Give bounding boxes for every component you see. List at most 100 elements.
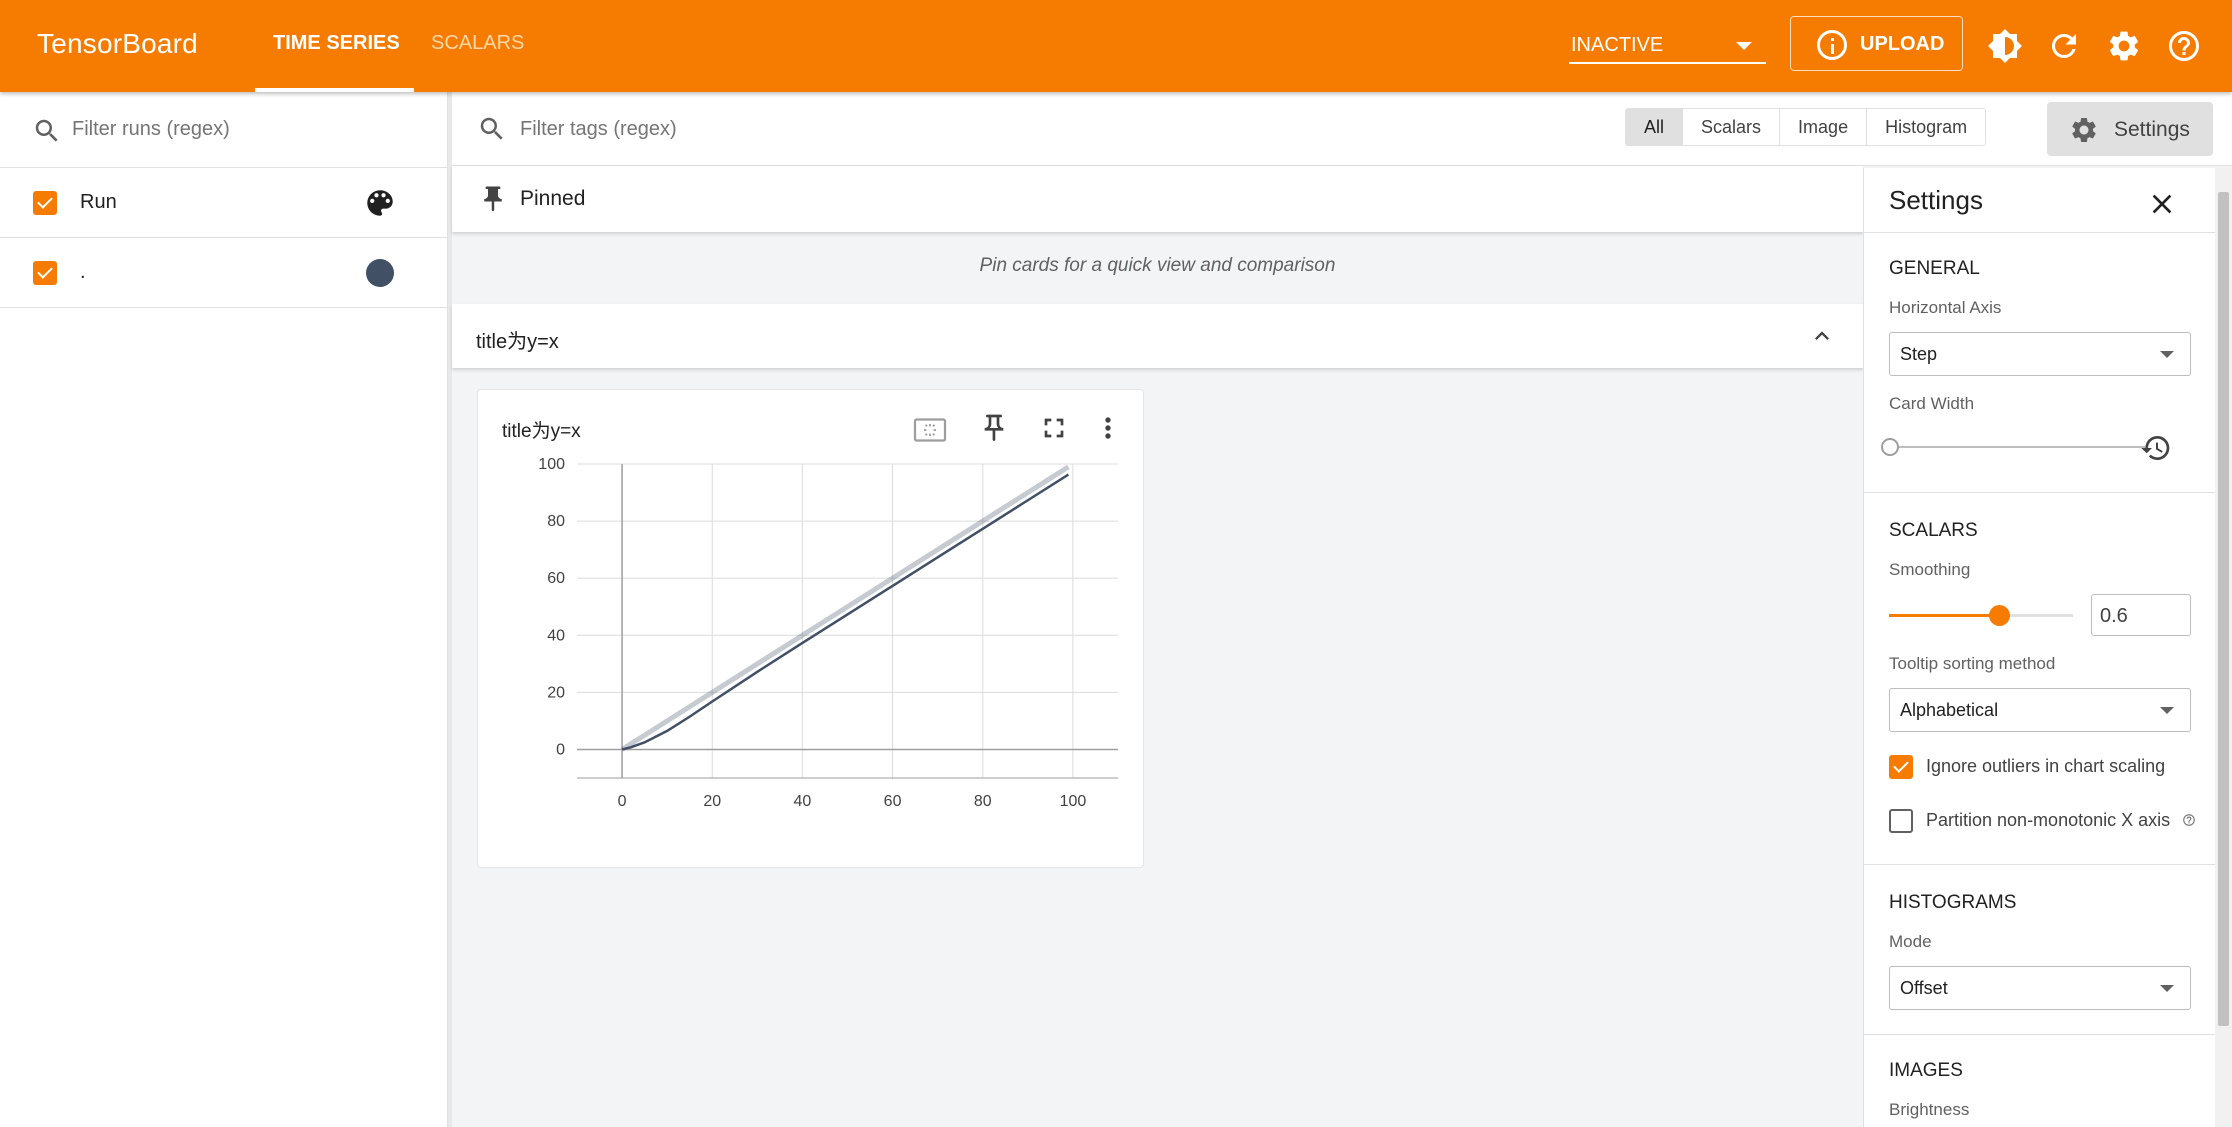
tag-filter-input[interactable]: Filter tags (regex) — [520, 118, 677, 141]
card-width-slider-thumb[interactable] — [1881, 438, 1899, 456]
search-icon — [35, 119, 58, 142]
y-tick-label: 40 — [547, 627, 565, 644]
x-tick-label: 20 — [703, 793, 721, 810]
y-tick-label: 20 — [547, 684, 565, 701]
divider — [1864, 232, 2215, 233]
horizontal-axis-label: Horizontal Axis — [1889, 298, 2002, 317]
general-section-heading: GENERAL — [1889, 258, 1980, 279]
runs-header-label: Run — [80, 191, 117, 213]
smoothing-input-value: 0.6 — [2100, 605, 2128, 627]
horizontal-axis-select[interactable]: Step — [1889, 332, 2191, 376]
tag-filter-bar: Filter tags (regex) All Scalars Image Hi… — [452, 92, 2232, 166]
card-group-header[interactable]: title为y=x — [452, 304, 1863, 368]
scalars-section-heading: SCALARS — [1889, 520, 1978, 541]
ignore-outliers-label: Ignore outliers in chart scaling — [1926, 756, 2166, 776]
upload-button[interactable]: UPLOAD — [1790, 16, 1963, 71]
chevron-down-icon — [2160, 351, 2174, 358]
refresh-icon[interactable] — [2046, 28, 2082, 64]
line-chart[interactable]: 0 20 40 60 80 100 0 20 40 60 80 100 — [478, 390, 1145, 869]
chevron-up-icon[interactable] — [1808, 322, 1836, 350]
chevron-down-icon — [2160, 985, 2174, 992]
raw-series-line — [620, 464, 1070, 752]
tooltip-sort-value: Alphabetical — [1900, 700, 1999, 720]
x-tick-label: 80 — [974, 793, 992, 810]
top-app-bar: TensorBoard TIME SERIES SCALARS INACTIVE… — [0, 0, 2232, 92]
brightness-label: Brightness — [1889, 1100, 1970, 1119]
images-section-heading: IMAGES — [1889, 1060, 1963, 1081]
upload-button-label: UPLOAD — [1860, 33, 1945, 55]
y-tick-label: 80 — [547, 513, 565, 530]
pinned-empty-message: Pin cards for a quick view and compariso… — [979, 255, 1336, 276]
card-group-title: title为y=x — [476, 331, 559, 353]
scalar-card: title为y=x 0 20 40 60 80 100 0 20 40 60 80 100 — [477, 389, 1144, 868]
x-tick-label: 0 — [618, 793, 627, 810]
smoothing-label: Smoothing — [1889, 560, 1971, 579]
settings-scrollbar[interactable] — [2215, 168, 2232, 1127]
palette-icon[interactable] — [363, 186, 397, 220]
close-icon[interactable] — [2146, 188, 2178, 220]
settings-scrollbar-thumb[interactable] — [2218, 192, 2229, 1026]
x-tick-label: 60 — [884, 793, 902, 810]
x-tick-label: 40 — [794, 793, 812, 810]
pinned-section-header: Pinned — [452, 166, 1863, 232]
settings-toggle-button[interactable]: Settings — [2047, 102, 2213, 156]
filter-image-button[interactable]: Image — [1780, 109, 1868, 145]
reset-icon[interactable] — [2140, 432, 2172, 464]
horizontal-axis-value: Step — [1900, 344, 1938, 364]
chevron-down-icon — [2160, 707, 2174, 714]
settings-button-label: Settings — [2114, 118, 2190, 141]
divider — [1864, 492, 2215, 493]
gear-icon[interactable] — [2106, 28, 2142, 64]
smoothing-slider-fill — [1889, 614, 2000, 617]
filter-histogram-button[interactable]: Histogram — [1867, 109, 1986, 145]
brightness-icon[interactable] — [1987, 28, 2023, 64]
help-outline-icon[interactable] — [2182, 813, 2196, 827]
card-width-slider-track[interactable] — [1889, 446, 2145, 448]
select-all-runs-checkbox[interactable] — [33, 191, 57, 215]
plugin-status-value: INACTIVE — [1571, 34, 1664, 56]
run-name: . — [80, 261, 86, 283]
run-color-swatch[interactable] — [366, 259, 394, 287]
x-tick-label: 100 — [1060, 793, 1087, 810]
info-icon — [1817, 30, 1847, 60]
tooltip-sort-label: Tooltip sorting method — [1889, 654, 2056, 673]
filter-scalars-button[interactable]: Scalars — [1683, 109, 1781, 145]
histogram-mode-label: Mode — [1889, 932, 1932, 951]
runs-header-row: Run — [0, 168, 448, 238]
smoothing-input[interactable]: 0.6 — [2091, 594, 2191, 636]
divider — [1864, 1034, 2215, 1035]
gear-icon — [2072, 118, 2096, 142]
tab-scalars[interactable]: SCALARS — [431, 32, 524, 55]
panel-resize-handle[interactable] — [448, 92, 452, 1127]
pinned-title: Pinned — [520, 187, 586, 210]
y-tick-label: 0 — [556, 741, 565, 758]
tooltip-sort-select[interactable]: Alphabetical — [1889, 688, 2191, 732]
histograms-section-heading: HISTOGRAMS — [1889, 892, 2017, 913]
divider — [1864, 864, 2215, 865]
partition-x-axis-checkbox[interactable] — [1889, 809, 1913, 833]
app-brand: TensorBoard — [37, 28, 198, 59]
run-filter-row: Filter runs (regex) — [0, 92, 448, 168]
run-row: . — [0, 238, 448, 308]
plugin-status-select[interactable]: INACTIVE — [1569, 28, 1766, 64]
histogram-mode-value: Offset — [1900, 978, 1948, 998]
chevron-down-icon — [1736, 42, 1752, 50]
y-tick-label: 100 — [538, 456, 565, 473]
active-tab-indicator — [255, 88, 414, 92]
run-checkbox[interactable] — [33, 261, 57, 285]
card-type-filter: All Scalars Image Histogram — [1625, 108, 1987, 146]
tab-time-series[interactable]: TIME SERIES — [273, 32, 400, 55]
runs-panel: Filter runs (regex) Run . — [0, 92, 448, 1127]
help-icon[interactable] — [2166, 28, 2202, 64]
filter-all-button[interactable]: All — [1626, 109, 1684, 145]
run-filter-input[interactable]: Filter runs (regex) — [72, 118, 230, 141]
histogram-mode-select[interactable]: Offset — [1889, 966, 2191, 1010]
search-icon — [480, 117, 503, 140]
y-tick-label: 60 — [547, 570, 565, 587]
settings-title: Settings — [1889, 185, 1983, 215]
pin-icon — [484, 186, 502, 212]
card-width-label: Card Width — [1889, 394, 1975, 413]
settings-drawer: Settings GENERAL Horizontal Axis Step Ca… — [1863, 168, 2215, 1127]
smoothing-slider-thumb[interactable] — [1988, 605, 2010, 626]
ignore-outliers-checkbox[interactable] — [1889, 755, 1913, 779]
